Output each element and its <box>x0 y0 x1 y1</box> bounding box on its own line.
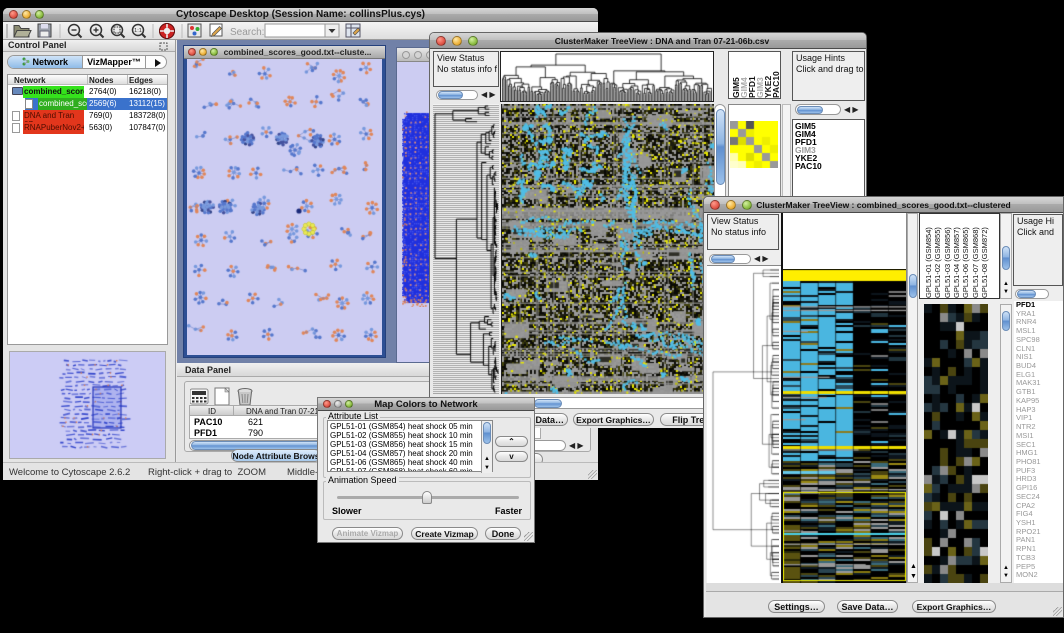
svg-text:Search:: Search: <box>230 27 264 38</box>
svg-text:1:1: 1:1 <box>134 28 142 34</box>
